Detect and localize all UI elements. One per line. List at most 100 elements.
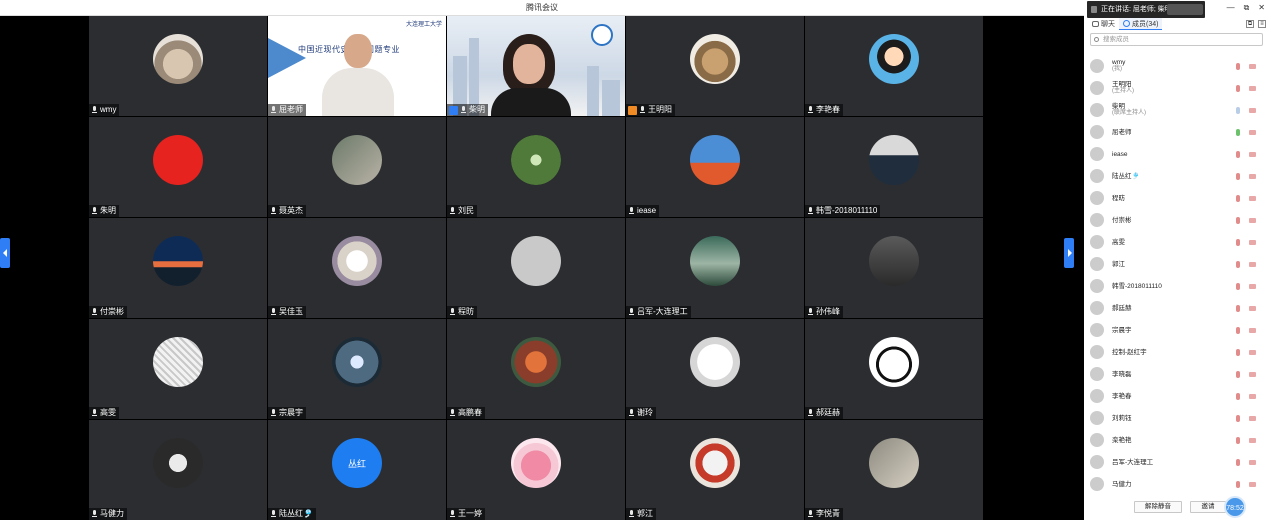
video-tile[interactable]: 李艳春 (805, 16, 983, 116)
video-tile[interactable]: 付崇彬 (89, 218, 267, 318)
camera-off-icon[interactable] (1249, 482, 1256, 487)
video-tile[interactable]: 程昉 (447, 218, 625, 318)
video-tile[interactable]: 孙伟峰 (805, 218, 983, 318)
video-tile[interactable]: 郭江 (626, 420, 804, 520)
video-tile[interactable]: 柴明 (447, 16, 625, 116)
video-tile[interactable]: 王一婷 (447, 420, 625, 520)
camera-off-icon[interactable] (1249, 372, 1256, 377)
member-list-item[interactable]: 陆丛红🎐 (1090, 165, 1266, 187)
mic-muted-icon[interactable] (1236, 63, 1240, 70)
mic-muted-icon[interactable] (1236, 393, 1240, 400)
camera-off-icon[interactable] (1249, 350, 1256, 355)
mic-muted-icon[interactable] (1236, 173, 1240, 180)
popout-icon[interactable]: ⧉ (1246, 20, 1254, 28)
mic-muted-icon[interactable] (1236, 195, 1240, 202)
camera-off-icon[interactable] (1249, 86, 1256, 91)
member-list-item[interactable]: 王明阳 (主持人) (1090, 77, 1266, 99)
member-search-input[interactable]: 搜索成员 (1090, 33, 1263, 46)
video-tile[interactable]: 刘民 (447, 117, 625, 217)
camera-off-icon[interactable] (1249, 306, 1256, 311)
video-tile[interactable]: 吕军-大连理工 (626, 218, 804, 318)
camera-off-icon[interactable] (1249, 196, 1256, 201)
unmute-all-button[interactable]: 解除静音 (1134, 501, 1182, 513)
video-tile[interactable]: 丛红 陆丛红🎐 (268, 420, 446, 520)
video-tile[interactable]: 谢玲 (626, 319, 804, 419)
camera-off-icon[interactable] (1249, 64, 1256, 69)
member-list-item[interactable]: 吕军-大连理工 (1090, 451, 1266, 473)
camera-off-icon[interactable] (1249, 262, 1256, 267)
video-tile[interactable]: 李悦青 (805, 420, 983, 520)
video-tile[interactable]: 朱明 (89, 117, 267, 217)
mic-muted-icon[interactable] (1236, 151, 1240, 158)
camera-off-icon[interactable] (1249, 152, 1256, 157)
video-tile[interactable]: 大连理工大学 中国近现代史纲要问题专业 屈老师 (268, 16, 446, 116)
mic-muted-icon[interactable] (1236, 305, 1240, 312)
tab-members[interactable]: 成员(34) (1119, 18, 1163, 30)
camera-off-icon[interactable] (1249, 284, 1256, 289)
member-list-item[interactable]: 控制-赵红宇 (1090, 341, 1266, 363)
member-list-item[interactable]: 李艳春 (1090, 385, 1266, 407)
video-tile[interactable]: 聂英杰 (268, 117, 446, 217)
mic-icon[interactable] (1236, 107, 1240, 114)
camera-off-icon[interactable] (1249, 416, 1256, 421)
mic-muted-icon[interactable] (1236, 349, 1240, 356)
video-tile[interactable]: 吴佳玉 (268, 218, 446, 318)
mic-muted-icon[interactable] (1236, 437, 1240, 444)
participant-name: 郭江 (637, 509, 653, 518)
video-tile[interactable]: iease (626, 117, 804, 217)
close-button[interactable]: ✕ (1258, 3, 1265, 13)
mic-muted-icon[interactable] (1236, 371, 1240, 378)
mic-muted-icon[interactable] (1236, 327, 1240, 334)
member-list-item[interactable]: iease (1090, 143, 1266, 165)
camera-off-icon[interactable] (1249, 460, 1256, 465)
participant-name: 聂英杰 (279, 206, 303, 215)
next-page-arrow[interactable] (1064, 238, 1074, 268)
minimize-button[interactable]: — (1227, 3, 1235, 13)
video-tile[interactable]: wmy (89, 16, 267, 116)
camera-off-icon[interactable] (1249, 218, 1256, 223)
mic-muted-icon[interactable] (1236, 481, 1240, 488)
prev-page-arrow[interactable] (0, 238, 10, 268)
member-list-item[interactable]: 韩雪-2018011110 (1090, 275, 1266, 297)
invite-button[interactable]: 邀请 (1190, 501, 1226, 513)
member-list-item[interactable]: 郭江 (1090, 253, 1266, 275)
camera-off-icon[interactable] (1249, 108, 1256, 113)
restore-button[interactable]: ⧉ (1244, 3, 1250, 13)
member-list-item[interactable]: 柴明 (联席主持人) (1090, 99, 1266, 121)
mic-muted-icon[interactable] (1236, 415, 1240, 422)
member-list-item[interactable]: 程昉 (1090, 187, 1266, 209)
mic-muted-icon (639, 106, 646, 114)
camera-off-icon[interactable] (1249, 438, 1256, 443)
camera-off-icon[interactable] (1249, 130, 1256, 135)
video-tile[interactable]: 韩雪-2018011110 (805, 117, 983, 217)
mic-muted-icon[interactable] (1236, 217, 1240, 224)
mic-muted-icon[interactable] (1236, 283, 1240, 290)
member-list-item[interactable]: 李晓磊 (1090, 363, 1266, 385)
mic-muted-icon[interactable] (1236, 85, 1240, 92)
video-tile[interactable]: 宗晨宇 (268, 319, 446, 419)
member-list-item[interactable]: 郝廷赫 (1090, 297, 1266, 319)
member-list-item[interactable]: wmy (我) (1090, 55, 1266, 77)
camera-off-icon[interactable] (1249, 174, 1256, 179)
camera-off-icon[interactable] (1249, 328, 1256, 333)
video-tile[interactable]: 高雯 (89, 319, 267, 419)
camera-off-icon[interactable] (1249, 240, 1256, 245)
tab-chat[interactable]: 聊天 (1088, 18, 1119, 30)
member-list-item[interactable]: 屈老师 (1090, 121, 1266, 143)
video-tile[interactable]: 郝廷赫 (805, 319, 983, 419)
camera-off-icon[interactable] (1249, 394, 1256, 399)
mic-icon[interactable] (1236, 129, 1240, 136)
video-tile[interactable]: 高鹏春 (447, 319, 625, 419)
member-list-item[interactable]: 刘莉钰 (1090, 407, 1266, 429)
member-list-item[interactable]: 付崇彬 (1090, 209, 1266, 231)
mic-muted-icon[interactable] (1236, 459, 1240, 466)
video-tile[interactable]: 王明阳 (626, 16, 804, 116)
list-menu-icon[interactable]: ≡ (1258, 20, 1266, 28)
member-list-item[interactable]: 高雯 (1090, 231, 1266, 253)
member-list-item[interactable]: 马健力 (1090, 473, 1266, 495)
member-list-item[interactable]: 栾艳艳 (1090, 429, 1266, 451)
mic-muted-icon[interactable] (1236, 239, 1240, 246)
member-list-item[interactable]: 宗晨宇 (1090, 319, 1266, 341)
mic-muted-icon[interactable] (1236, 261, 1240, 268)
video-tile[interactable]: 马健力 (89, 420, 267, 520)
